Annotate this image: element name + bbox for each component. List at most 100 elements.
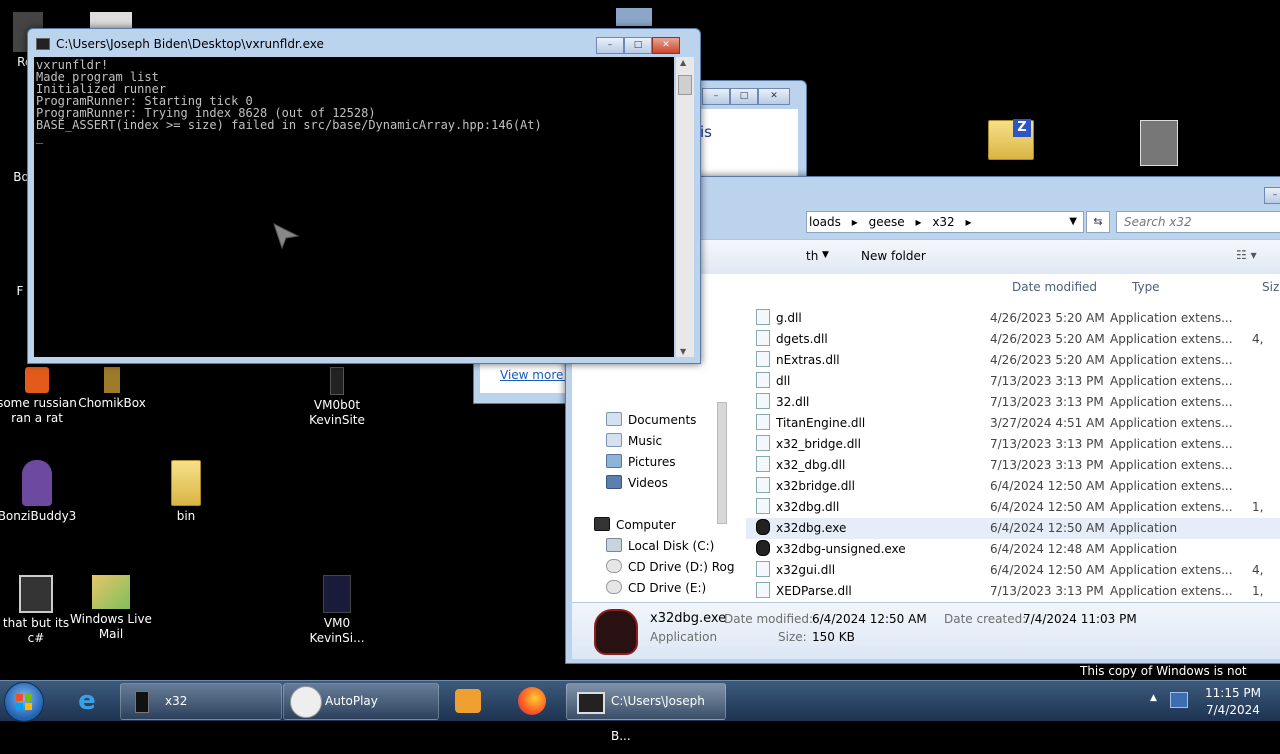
search-input[interactable]: Search x32 (1116, 211, 1280, 233)
toolbar-partial-button[interactable]: th (806, 249, 818, 263)
close-button[interactable]: ✕ (758, 88, 790, 105)
file-row[interactable]: dll 7/13/2023 3:13 PM Application extens..… (746, 371, 1280, 392)
breadcrumb-loads[interactable]: loads (809, 215, 841, 229)
column-type[interactable]: Type (1132, 276, 1160, 298)
nav-local-disk-c[interactable]: Local Disk (C:) (606, 536, 714, 557)
dll-file-icon (756, 330, 770, 346)
nav-scrollbar[interactable] (717, 402, 727, 524)
file-row[interactable]: x32dbg-unsigned.exe 6/4/2024 12:48 AM Appl… (746, 539, 1280, 560)
column-date-modified[interactable]: Date modified (1012, 276, 1097, 298)
console-window[interactable]: C:\Users\Joseph Biden\Desktop\vxrunfldr.… (27, 28, 701, 364)
firefox-icon[interactable] (518, 687, 546, 715)
shortcut-icon (323, 575, 351, 613)
nav-cd-drive-e[interactable]: CD Drive (E:) (606, 578, 706, 599)
desktop-icon-chomikbox[interactable]: ChomikBox (70, 367, 154, 411)
cd-drive-icon (606, 580, 622, 594)
details-created-value: 7/4/2024 11:03 PM (1023, 612, 1137, 626)
details-file-kind: Application (650, 630, 718, 644)
clock-date[interactable]: 7/4/2024 (1206, 703, 1260, 717)
file-row[interactable]: TitanEngine.dll 3/27/2024 4:51 AM Applicat… (746, 413, 1280, 434)
file-row-selected[interactable]: x32dbg.exe 6/4/2024 12:50 AM Application (746, 518, 1280, 539)
chevron-down-icon[interactable]: ▼ (1069, 212, 1077, 232)
network-icon[interactable] (1170, 692, 1188, 708)
dll-file-icon (756, 309, 770, 325)
desktop-icon-top-file[interactable] (90, 12, 132, 28)
desktop-icon-shortcut-right[interactable] (1140, 120, 1178, 166)
minimize-button[interactable]: – (702, 88, 730, 105)
bonzibuddy-icon (22, 460, 52, 506)
nav-cd-drive-d[interactable]: CD Drive (D:) Rog (606, 557, 734, 578)
scroll-up-icon[interactable]: ▲ (680, 58, 686, 67)
desktop-icon-windows-live-mail[interactable]: Windows Live Mail (69, 575, 153, 642)
console-output[interactable]: vxrunfldr! Made program list Initialized r… (34, 57, 674, 357)
nav-computer[interactable]: Computer (594, 515, 676, 536)
desktop-icon-that-but-its-csharp[interactable]: that but its c# (0, 575, 78, 646)
file-row[interactable]: nExtras.dll 4/26/2023 5:20 AM Application … (746, 350, 1280, 371)
desktop-icon-bonzibuddy3[interactable]: BonziBuddy3 (0, 460, 79, 524)
show-hidden-icons-icon[interactable]: ▲ (1150, 693, 1157, 703)
breadcrumb-geese[interactable]: geese (869, 215, 905, 229)
file-row[interactable]: x32bridge.dll 6/4/2024 12:50 AM Applicatio… (746, 476, 1280, 497)
nav-pictures[interactable]: Pictures (606, 452, 676, 473)
file-icon (19, 575, 53, 613)
desktop-icon-russian-rat[interactable]: some russian ran a rat (0, 367, 79, 426)
exe-icon (25, 367, 49, 393)
scroll-down-icon[interactable]: ▼ (680, 347, 686, 356)
scroll-thumb[interactable] (678, 75, 692, 95)
column-size[interactable]: Size (1262, 276, 1280, 298)
file-row[interactable]: x32gui.dll 6/4/2024 12:50 AM Application e… (746, 560, 1280, 581)
clock-time[interactable]: 11:15 PM (1205, 686, 1261, 700)
desktop-icon-top-box[interactable] (616, 8, 652, 26)
desktop-icon-bin[interactable]: bin (144, 460, 228, 524)
bug-icon (756, 540, 770, 556)
nav-music[interactable]: Music (606, 431, 662, 452)
details-file-name: x32dbg.exe (650, 611, 727, 626)
taskbar-button-autoplay[interactable]: AutoPlay (283, 683, 439, 720)
internet-explorer-icon[interactable]: e (72, 687, 102, 715)
refresh-button[interactable]: ⇆ (1086, 211, 1110, 233)
details-modified-label: Date modified: (724, 612, 814, 626)
minimize-button[interactable]: – (596, 37, 624, 54)
explorer-minimize-button[interactable]: – (1264, 187, 1280, 204)
new-folder-button[interactable]: New folder (861, 249, 926, 263)
file-row[interactable]: dgets.dll 4/26/2023 5:20 AM Application ex… (746, 329, 1280, 350)
file-row[interactable]: x32dbg.dll 6/4/2024 12:50 AM Application e… (746, 497, 1280, 518)
taskbar-button-x32[interactable]: x32 (120, 683, 282, 720)
close-button[interactable]: ✕ (652, 37, 680, 54)
folder-icon (171, 460, 201, 506)
address-bar[interactable]: loads ▸ geese ▸ x32 ▸ ▼ (806, 211, 1084, 233)
view-options-icon[interactable]: ☷ ▾ (1236, 248, 1257, 262)
chomikbox-icon (104, 367, 120, 393)
desktop-icon-zip-folder[interactable]: Z (988, 119, 1034, 160)
file-row[interactable]: g.dll 4/26/2023 5:20 AM Application extens… (746, 308, 1280, 329)
maximize-button[interactable]: □ (730, 88, 758, 105)
console-scrollbar[interactable]: ▲ ▼ (675, 57, 694, 357)
file-row[interactable]: XEDParse.dll 7/13/2023 3:13 PM Application… (746, 581, 1280, 602)
details-modified-value: 6/4/2024 12:50 AM (812, 612, 927, 626)
file-row[interactable]: x32_bridge.dll 7/13/2023 3:13 PM Applicati… (746, 434, 1280, 455)
details-size-value: 150 KB (812, 630, 855, 644)
details-size-label: Size: (778, 630, 807, 644)
dll-file-icon (756, 561, 770, 577)
maximize-button[interactable]: □ (624, 37, 652, 54)
nav-videos[interactable]: Videos (606, 473, 668, 494)
start-button[interactable] (4, 682, 44, 722)
desktop-icon-vm0-kevinsite[interactable]: VM0 KevinSi... (295, 575, 379, 646)
dll-file-icon (756, 351, 770, 367)
console-title-buttons: – □ ✕ (596, 37, 680, 54)
breadcrumb-x32[interactable]: x32 (932, 215, 954, 229)
music-icon (606, 433, 622, 447)
media-player-icon[interactable] (455, 689, 481, 713)
zip-folder-icon: Z (988, 119, 1034, 160)
desktop-icon-vm0b0t[interactable]: VM0b0t KevinSite (295, 367, 379, 428)
taskbar-button-console[interactable]: C:\Users\Joseph B... (566, 683, 726, 743)
cd-drive-icon (606, 559, 622, 573)
details-pane: x32dbg.exe Application Date modified: 6/… (572, 602, 1280, 659)
pictures-icon (606, 454, 622, 468)
bug-icon (756, 519, 770, 535)
autoplay-title-buttons: – □ ✕ (702, 88, 790, 105)
nav-documents[interactable]: Documents (606, 410, 696, 431)
file-row[interactable]: x32_dbg.dll 7/13/2023 3:13 PM Application … (746, 455, 1280, 476)
file-row[interactable]: 32.dll 7/13/2023 3:13 PM Application exten… (746, 392, 1280, 413)
mouse-cursor-icon (273, 223, 300, 250)
